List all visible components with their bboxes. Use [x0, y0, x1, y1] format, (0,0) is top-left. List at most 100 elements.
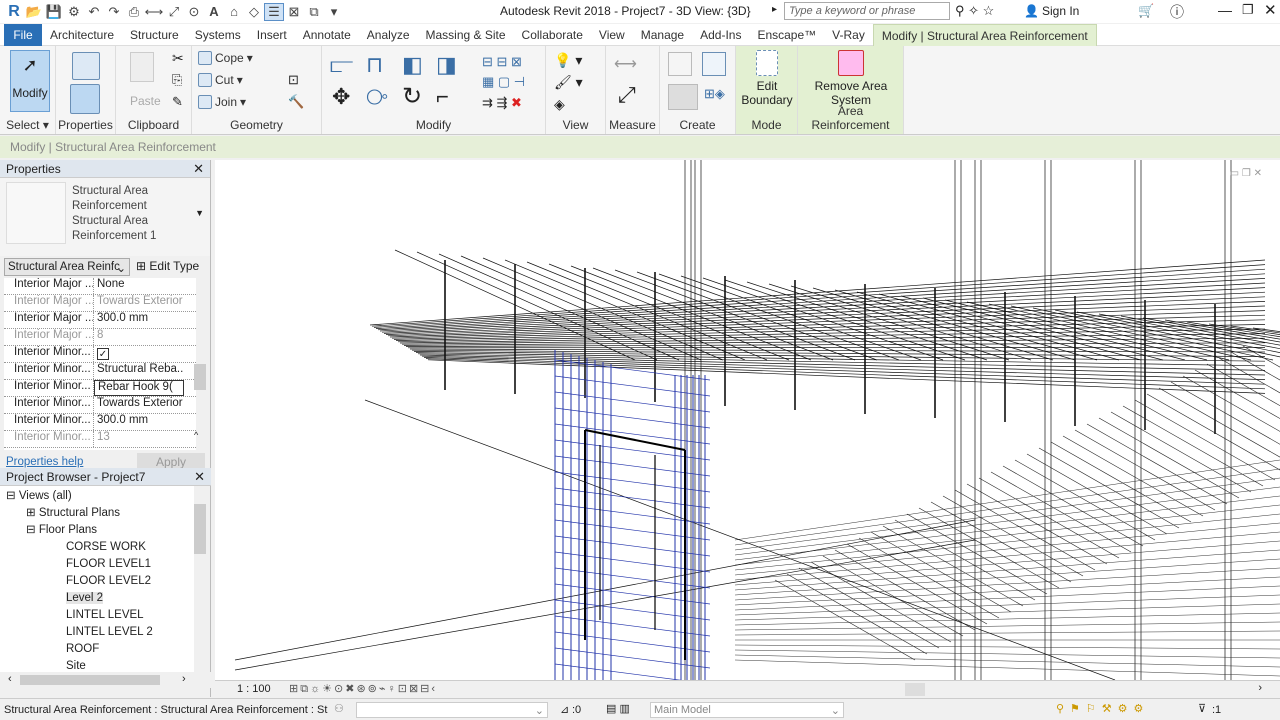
property-value[interactable]: Towards Exterior	[94, 295, 184, 311]
property-value[interactable]: Rebar Hook 9(	[94, 380, 184, 396]
browser-item[interactable]: FLOOR LEVEL2	[0, 573, 194, 590]
collapse-icon[interactable]: ⊟	[6, 490, 19, 502]
type-properties-icon[interactable]	[72, 52, 100, 80]
filter-icon[interactable]: ⊽	[1198, 702, 1206, 715]
property-value[interactable]: 8	[94, 329, 184, 345]
tab-view[interactable]: View	[591, 24, 633, 46]
browser-item[interactable]: CORSE WORK	[0, 539, 194, 556]
property-row[interactable]: Interior Minor... Towards Exterior	[4, 397, 196, 414]
restore-button[interactable]: ❐	[1242, 2, 1254, 18]
copy-element-icon[interactable]: ⧂	[366, 84, 388, 110]
tab-systems[interactable]: Systems	[187, 24, 249, 46]
match-properties-icon[interactable]: ✎	[172, 94, 183, 110]
select-dropdown[interactable]: Select ▾	[0, 118, 55, 132]
user-icon[interactable]: 👤	[1024, 4, 1039, 18]
search-input[interactable]: Type a keyword or phrase	[784, 2, 950, 20]
browser-item[interactable]: FLOOR LEVEL1	[0, 556, 194, 573]
move-icon[interactable]: ✥	[332, 84, 350, 110]
tab-massing-site[interactable]: Massing & Site	[418, 24, 514, 46]
save-icon[interactable]: 💾	[44, 3, 64, 21]
revit-logo-icon[interactable]: R	[4, 3, 24, 21]
paste-icon[interactable]	[130, 52, 154, 82]
property-value[interactable]: 300.0 mm	[94, 312, 184, 328]
tab-architecture[interactable]: Architecture	[42, 24, 122, 46]
property-value[interactable]: None	[94, 278, 184, 294]
undo-icon[interactable]: ↶	[84, 3, 104, 21]
mirror-draw-icon[interactable]: ◨	[436, 52, 457, 78]
browser-item[interactable]: Level 2	[0, 590, 194, 607]
close-button[interactable]: ✕	[1264, 1, 1277, 19]
tab-annotate[interactable]: Annotate	[295, 24, 359, 46]
edit-type-button[interactable]: ⊞ Edit Type	[136, 259, 199, 273]
trim-icon[interactable]: ⌐	[436, 84, 449, 110]
array-icon[interactable]: ▦ ▢ ⊣	[482, 74, 525, 90]
split-icon[interactable]: ⊟ ⊟ ⊠	[482, 54, 522, 70]
property-value[interactable]: Towards Exterior	[94, 397, 184, 413]
worksets-icon[interactable]: ⚇	[334, 702, 344, 715]
expand-icon[interactable]: ▸	[772, 4, 777, 15]
browser-item[interactable]: ⊞ Structural Plans	[0, 505, 194, 522]
split-face-icon[interactable]: ⊡	[288, 72, 299, 88]
switch-windows-icon[interactable]: ⧉	[304, 3, 324, 21]
tag-icon[interactable]: ⊙	[184, 3, 204, 21]
print-icon[interactable]: ⎙	[124, 3, 144, 21]
property-row[interactable]: Interior Minor... 13	[4, 431, 196, 448]
copy-icon[interactable]: ⎘	[172, 72, 182, 88]
create-parts-icon[interactable]	[702, 52, 726, 76]
tab-file[interactable]: File	[4, 23, 42, 46]
paste-button[interactable]: Paste	[130, 94, 161, 108]
aligned-dimension-icon[interactable]: ⤢	[618, 82, 636, 108]
section-icon[interactable]: ◇	[244, 3, 264, 21]
properties-help-link[interactable]: Properties help	[6, 456, 83, 468]
tab-modify-structural-area-reinforcement[interactable]: Modify | Structural Area Reinforcement	[872, 23, 1097, 46]
browser-item[interactable]: ⊟ Floor Plans	[0, 522, 194, 539]
cut-geometry-button[interactable]: Cut ▾	[198, 73, 243, 87]
properties-icon[interactable]	[70, 84, 100, 114]
property-row[interactable]: Interior Minor... Rebar Hook 9(	[4, 380, 196, 397]
property-value[interactable]: Structural Reba...	[94, 363, 184, 379]
minimize-button[interactable]: —	[1218, 2, 1232, 18]
redo-icon[interactable]: ↷	[104, 3, 124, 21]
property-row[interactable]: Interior Minor... ✓	[4, 346, 196, 363]
cope-button[interactable]: Cope ▾	[198, 51, 253, 65]
properties-scrollbar[interactable]	[194, 364, 206, 390]
property-value[interactable]: 13	[94, 431, 184, 447]
edit-boundary-button[interactable]: Edit Boundary	[740, 50, 794, 107]
property-row[interactable]: Interior Major ... 300.0 mm	[4, 312, 196, 329]
property-row[interactable]: Interior Minor... Structural Reba...	[4, 363, 196, 380]
linework-icon[interactable]: ◈	[554, 96, 565, 113]
help-icon[interactable]: ⓘ	[1170, 2, 1184, 22]
delete-icon[interactable]: ⇉ ⇶ ✖	[482, 95, 522, 111]
3d-viewport[interactable]: ▭ ❐ ✕	[215, 160, 1280, 680]
thin-lines-icon[interactable]: ☰	[264, 2, 284, 21]
browser-item[interactable]: ROOF	[0, 641, 194, 658]
measure-between-icon[interactable]: ⟷	[614, 54, 637, 74]
editing-requests-icon[interactable]: ⊿	[560, 703, 569, 716]
scroll-right-icon[interactable]: ›	[1258, 682, 1262, 694]
view-control-icons[interactable]: ⊞⧉☼☀⊙✖⊛⊚⌁♀⊡⊠⊟‹	[289, 682, 437, 696]
property-row[interactable]: Interior Minor... 300.0 mm	[4, 414, 196, 431]
close-hidden-icon[interactable]: ⊠	[284, 3, 304, 21]
tab-insert[interactable]: Insert	[249, 24, 295, 46]
property-value[interactable]: 300.0 mm	[94, 414, 184, 430]
browser-item[interactable]: Site	[0, 658, 194, 672]
create-assembly-icon[interactable]	[668, 52, 692, 76]
dimension-icon[interactable]: ⤢	[164, 3, 184, 21]
create-similar-icon[interactable]: ⊞◈	[704, 86, 725, 102]
selection-options-icons[interactable]: ⚲⚑⚐⚒⚙⚙	[1056, 702, 1149, 715]
tab-collaborate[interactable]: Collaborate	[514, 24, 591, 46]
measure-icon[interactable]: ⟷	[144, 3, 164, 21]
remove-area-system-button[interactable]: Remove Area System	[808, 50, 894, 107]
tab-analyze[interactable]: Analyze	[359, 24, 418, 46]
property-row[interactable]: Interior Major ... None	[4, 278, 196, 295]
join-button[interactable]: Join ▾	[198, 95, 246, 109]
view-hscroll[interactable]	[905, 683, 925, 696]
customize-icon[interactable]: ▾	[324, 3, 344, 21]
chevron-down-icon[interactable]: ▼	[195, 208, 204, 218]
paint-icon[interactable]: 🖌 ▾	[554, 74, 583, 91]
tab-v-ray[interactable]: V-Ray	[824, 24, 873, 46]
tab-manage[interactable]: Manage	[633, 24, 692, 46]
binoculars-icon[interactable]: ⚲ ✧ ☆	[955, 3, 994, 19]
sync-icon[interactable]: ⚙	[64, 3, 84, 21]
sign-in-link[interactable]: Sign In	[1042, 4, 1079, 18]
